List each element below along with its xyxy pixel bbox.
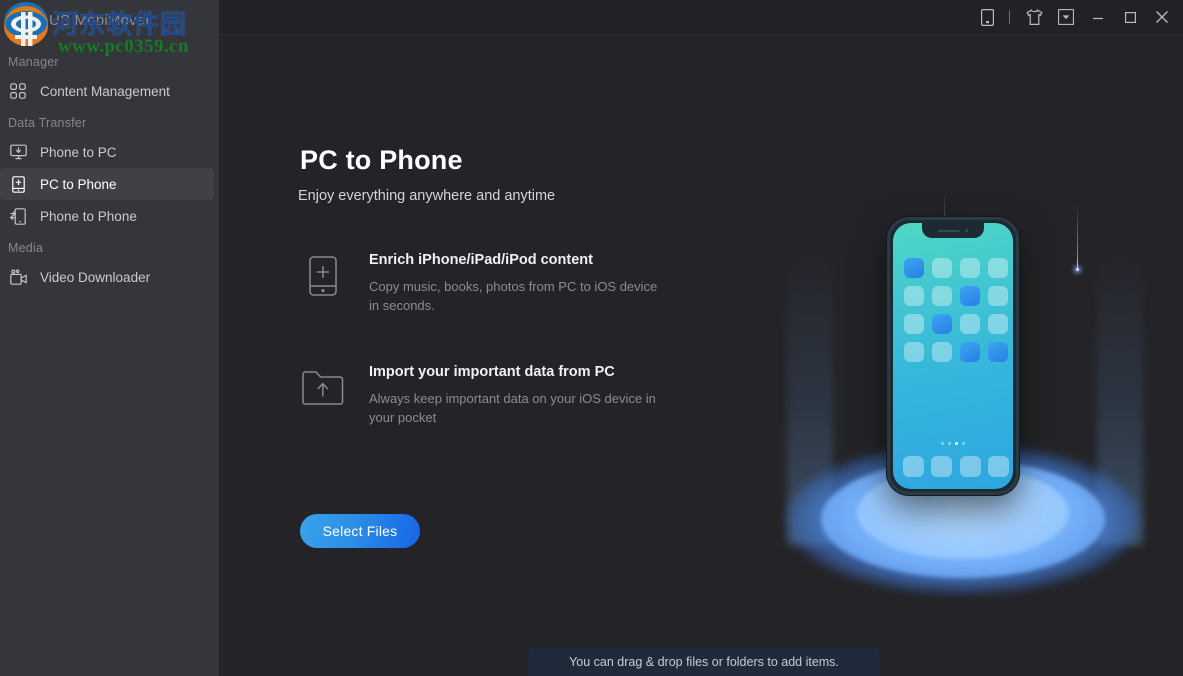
phone-app-icon — [904, 314, 924, 334]
sidebar-item-label: Phone to PC — [40, 144, 117, 160]
feature-item: Enrich iPhone/iPad/iPod content Copy mus… — [301, 251, 721, 315]
phone-power-button — [1018, 300, 1019, 332]
maximize-icon[interactable] — [1115, 3, 1145, 31]
grid-icon — [8, 81, 28, 101]
phone-page-dot — [948, 442, 951, 445]
phone-dock — [903, 456, 1009, 477]
phone-page-dot — [962, 442, 965, 445]
phone-plus-icon — [301, 254, 345, 298]
close-icon[interactable] — [1147, 3, 1177, 31]
sidebar-item-video-downloader[interactable]: Video Downloader — [0, 261, 214, 293]
phone-dock-icon — [959, 456, 981, 477]
phone-app-icon — [960, 286, 980, 306]
video-camera-icon — [8, 267, 28, 287]
phone-mute-switch — [887, 272, 888, 286]
phone-app-icon — [932, 258, 952, 278]
minimize-icon[interactable] — [1083, 3, 1113, 31]
phone-app-icon — [960, 342, 980, 362]
drag-drop-hint-bar[interactable]: You can drag & drop files or folders to … — [528, 648, 880, 676]
phone-device — [887, 217, 1019, 495]
phone-app-icon — [904, 258, 924, 278]
sidebar-section-media: Media — [8, 241, 44, 255]
sidebar-item-pc-to-phone[interactable]: PC to Phone — [0, 168, 214, 200]
phone-app-icon — [988, 258, 1008, 278]
phone-app-icon — [932, 314, 952, 334]
phone-notch — [922, 223, 984, 238]
sidebar-nav: Manager Content Management Data Transfer — [0, 46, 219, 293]
light-beam-right — [1077, 203, 1078, 268]
sidebar-item-label: Phone to Phone — [40, 208, 137, 224]
phone-volume-down-button — [887, 322, 888, 344]
phone-page-dot — [955, 442, 958, 445]
feature-description: Always keep important data on your iOS d… — [369, 391, 656, 425]
phone-app-grid — [904, 258, 1008, 362]
phone-app-icon — [904, 286, 924, 306]
page-subtitle: Enjoy everything anywhere and anytime — [298, 188, 556, 204]
phone-screen — [893, 223, 1013, 489]
phone-volume-up-button — [887, 294, 888, 316]
phone-transfer-icon — [8, 206, 28, 226]
phone-app-icon — [960, 314, 980, 334]
sidebar-item-phone-to-pc[interactable]: Phone to PC — [0, 136, 214, 168]
feature-item: Import your important data from PC Alway… — [301, 363, 721, 427]
app-brand-title: EaseUS MobiMover — [14, 12, 151, 29]
titlebar-divider — [1009, 10, 1010, 24]
phone-plus-icon — [8, 174, 28, 194]
phone-dock-icon — [987, 456, 1009, 477]
select-files-button[interactable]: Select Files — [300, 514, 420, 548]
phone-illustration — [779, 155, 1159, 595]
sidebar-item-phone-to-phone[interactable]: Phone to Phone — [0, 200, 214, 232]
feature-text: Import your important data from PC Alway… — [369, 363, 659, 427]
phone-page-dots — [941, 442, 965, 445]
phone-page-dot — [941, 442, 944, 445]
feature-title: Enrich iPhone/iPad/iPod content — [369, 252, 593, 268]
tshirt-icon[interactable] — [1019, 3, 1049, 31]
phone-app-icon — [988, 314, 1008, 334]
title-bar — [219, 0, 1183, 35]
folder-upload-icon — [301, 366, 345, 410]
device-icon[interactable] — [972, 3, 1002, 31]
monitor-download-icon — [8, 142, 28, 162]
drag-drop-hint-text: You can drag & drop files or folders to … — [569, 655, 839, 669]
sidebar-section-manager: Manager — [8, 55, 59, 69]
sidebar-item-label: PC to Phone — [40, 176, 117, 192]
feature-list: Enrich iPhone/iPad/iPod content Copy mus… — [301, 251, 721, 475]
sidebar-item-label: Content Management — [40, 83, 170, 99]
sidebar: EaseUS MobiMover Manager Content Managem… — [0, 0, 219, 676]
phone-app-icon — [988, 286, 1008, 306]
main-content: PC to Phone Enjoy everything anywhere an… — [219, 35, 1183, 676]
phone-app-icon — [988, 342, 1008, 362]
phone-app-icon — [904, 342, 924, 362]
feature-title: Import your important data from PC — [369, 364, 615, 380]
sidebar-section-data-transfer: Data Transfer — [8, 116, 87, 130]
phone-speaker — [938, 229, 960, 232]
menu-dropdown-icon[interactable] — [1051, 3, 1081, 31]
phone-dock-icon — [903, 456, 924, 477]
phone-front-camera — [965, 229, 968, 232]
light-dot-right — [1076, 268, 1079, 271]
sidebar-item-label: Video Downloader — [40, 269, 151, 285]
phone-app-icon — [932, 286, 952, 306]
phone-dock-icon — [931, 456, 953, 477]
sidebar-item-content-management[interactable]: Content Management — [0, 75, 214, 107]
phone-app-icon — [932, 342, 952, 362]
phone-app-icon — [960, 258, 980, 278]
feature-description: Copy music, books, photos from PC to iOS… — [369, 279, 658, 313]
page-title: PC to Phone — [300, 145, 463, 175]
application-window: EaseUS MobiMover Manager Content Managem… — [0, 0, 1183, 676]
feature-text: Enrich iPhone/iPad/iPod content Copy mus… — [369, 251, 659, 315]
